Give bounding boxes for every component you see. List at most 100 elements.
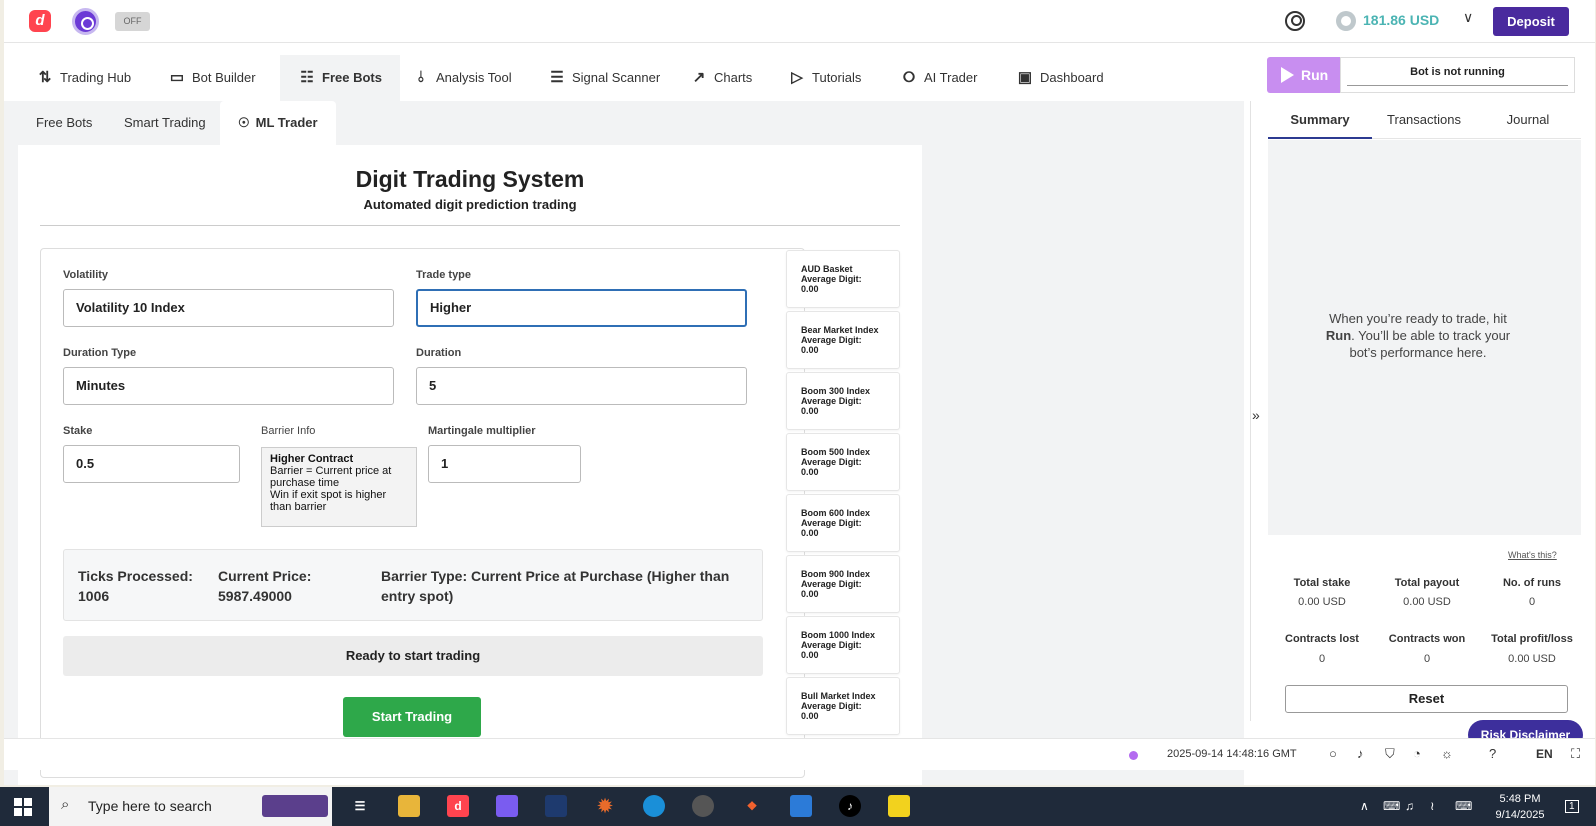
subtab-ml-trader[interactable]: ☉ ML Trader <box>220 101 336 145</box>
current-price: Current Price: 5987.49000 <box>218 568 312 604</box>
tab-signal-scanner[interactable]: ☰ Signal Scanner <box>548 55 660 101</box>
clock-time: 5:48 PM <box>1499 793 1541 805</box>
app-orange-icon[interactable]: ❖ <box>741 795 763 817</box>
market-card[interactable]: Bear Market Index Average Digit: 0.00 <box>786 311 900 369</box>
tiktok-app-icon[interactable]: ♪ <box>839 795 861 817</box>
tab-tutorials[interactable]: ▷ Tutorials <box>788 55 861 101</box>
collapse-icon[interactable]: » <box>1252 407 1260 423</box>
market-card[interactable]: AUD Basket Average Digit: 0.00 <box>786 250 900 308</box>
store-icon[interactable] <box>790 795 812 817</box>
notifications-icon[interactable]: 1 <box>1565 800 1579 813</box>
whatsapp-icon[interactable]: ○ <box>1329 746 1337 761</box>
barrier-info-label: Barrier Info <box>261 425 316 437</box>
currency-icon <box>1336 11 1356 31</box>
ticks-processed: Ticks Processed: 1006 <box>78 568 193 604</box>
whats-this-link[interactable]: What's this? <box>1508 550 1557 560</box>
clock-date: 9/14/2025 <box>1495 809 1545 821</box>
fullscreen-icon[interactable]: ⛶ <box>1571 746 1580 762</box>
search-placeholder: Type here to search <box>88 798 212 814</box>
app-circle-icon[interactable] <box>692 795 714 817</box>
duration-input[interactable]: 5 <box>416 367 747 405</box>
stat-value: 0 <box>1318 653 1326 665</box>
edge-browser-icon[interactable] <box>643 795 665 817</box>
tab-bot-builder[interactable]: ▭ Bot Builder <box>168 55 256 101</box>
account-icon[interactable] <box>1285 11 1305 31</box>
server-time: 2025-09-14 14:48:16 GMT <box>1167 748 1297 760</box>
subtab-smart-trading[interactable]: Smart Trading <box>124 101 206 145</box>
chevron-down-icon[interactable]: ∨ <box>1463 9 1473 26</box>
dashboard-icon: ▣ <box>1017 69 1033 86</box>
tab-dashboard[interactable]: ▣ Dashboard <box>1016 55 1104 101</box>
chart-icon: ↗ <box>692 69 706 86</box>
file-explorer-icon[interactable] <box>398 795 420 817</box>
wifi-icon[interactable]: ≀ <box>1430 799 1435 813</box>
app-star-icon[interactable]: ✹ <box>594 795 616 817</box>
market-card[interactable]: Boom 300 Index Average Digit: 0.00 <box>786 372 900 430</box>
app-window: d OFF 181.86 USD ∨ Deposit ⇅ Trading Hub … <box>4 0 1595 785</box>
subtab-free-bots[interactable]: Free Bots <box>36 101 92 145</box>
reset-button[interactable]: Reset <box>1285 685 1568 713</box>
trade-form: Volatility Volatility 10 Index Trade typ… <box>40 248 805 778</box>
taskbar-clock[interactable]: 5:48 PM 9/14/2025 <box>1490 791 1550 823</box>
volume-icon[interactable]: ♫ <box>1405 799 1414 813</box>
widget-image-icon[interactable] <box>262 795 328 817</box>
market-card[interactable]: Boom 500 Index Average Digit: 0.00 <box>786 433 900 491</box>
shield-icon[interactable]: ⛉ <box>1385 746 1395 762</box>
tab-charts[interactable]: ↗ Charts <box>690 55 753 101</box>
builder-icon: ▭ <box>169 69 185 86</box>
language-selector[interactable]: EN <box>1536 747 1553 761</box>
deposit-button[interactable]: Deposit <box>1493 7 1569 36</box>
copilot-icon[interactable] <box>496 795 518 817</box>
keyboard-icon[interactable]: ⌨ <box>1455 799 1472 813</box>
barrier-type: Barrier Type: Current Price at Purchase … <box>381 568 730 604</box>
martingale-input[interactable]: 1 <box>428 445 581 483</box>
list-icon: ☰ <box>550 69 564 86</box>
tab-analysis-tool[interactable]: ⫰ Analysis Tool <box>412 55 512 101</box>
gauge-icon[interactable]: ◔ <box>1413 746 1421 761</box>
market-card[interactable]: Boom 1000 Index Average Digit: 0.00 <box>786 616 900 674</box>
stat-value: 0 <box>1423 653 1431 665</box>
tab-transactions[interactable]: Transactions <box>1372 101 1476 139</box>
windows-start-icon[interactable] <box>14 798 32 816</box>
start-trading-button[interactable]: Start Trading <box>343 697 481 737</box>
stat-value: 0.00 USD <box>1508 653 1556 665</box>
tab-ai-trader[interactable]: ⭘ AI Trader <box>900 55 977 101</box>
play-icon <box>1281 67 1294 83</box>
app-icon[interactable] <box>545 795 567 817</box>
tray-chevron-icon[interactable]: ∧ <box>1360 799 1369 813</box>
volatility-select[interactable]: Volatility 10 Index <box>63 289 394 327</box>
trade-type-label: Trade type <box>416 269 472 281</box>
summary-empty-area <box>1283 145 1567 435</box>
deriv-app-icon[interactable]: d <box>447 795 469 817</box>
status-message: Ready to start trading <box>63 636 763 676</box>
search-icon: ⌕ <box>61 796 70 813</box>
trade-type-select[interactable]: Higher <box>416 289 747 327</box>
market-card[interactable]: Bull Market Index Average Digit: 0.00 <box>786 677 900 735</box>
stat-label: Total stake <box>1293 577 1351 589</box>
task-view-icon[interactable]: ☰ <box>349 795 371 817</box>
market-card[interactable]: Boom 900 Index Average Digit: 0.00 <box>786 555 900 613</box>
tab-trading-hub[interactable]: ⇅ Trading Hub <box>36 55 131 101</box>
mode-toggle[interactable]: OFF <box>115 12 150 31</box>
theme-icon[interactable]: ☼ <box>1441 746 1453 761</box>
account-balance[interactable]: 181.86 USD <box>1363 12 1439 28</box>
tab-summary[interactable]: Summary <box>1268 101 1372 139</box>
tab-journal[interactable]: Journal <box>1476 101 1580 139</box>
robot-icon: ☉ <box>238 115 250 130</box>
stat-value: 0.00 USD <box>1403 596 1451 608</box>
deriv-logo[interactable]: d <box>29 10 51 32</box>
stat-label: Total payout <box>1394 577 1460 589</box>
barrier-title: Higher Contract <box>270 453 354 465</box>
sticky-notes-icon[interactable] <box>888 795 910 817</box>
page-subtitle: Automated digit prediction trading <box>363 197 577 212</box>
run-button[interactable]: Run <box>1267 57 1340 93</box>
duration-type-select[interactable]: Minutes <box>63 367 394 405</box>
tab-free-bots[interactable]: ☷ Free Bots <box>280 55 400 101</box>
help-icon[interactable]: ? <box>1489 746 1496 761</box>
stake-input[interactable]: 0.5 <box>63 445 240 483</box>
tiktok-icon[interactable]: ♪ <box>1357 746 1364 761</box>
input-method-icon[interactable]: ⌨ <box>1383 799 1400 813</box>
market-card[interactable]: Boom 600 Index Average Digit: 0.00 <box>786 494 900 552</box>
sub-area: Free Bots Smart Trading ☉ ML Trader Digit… <box>4 101 1244 785</box>
brand-icon[interactable] <box>72 8 99 35</box>
